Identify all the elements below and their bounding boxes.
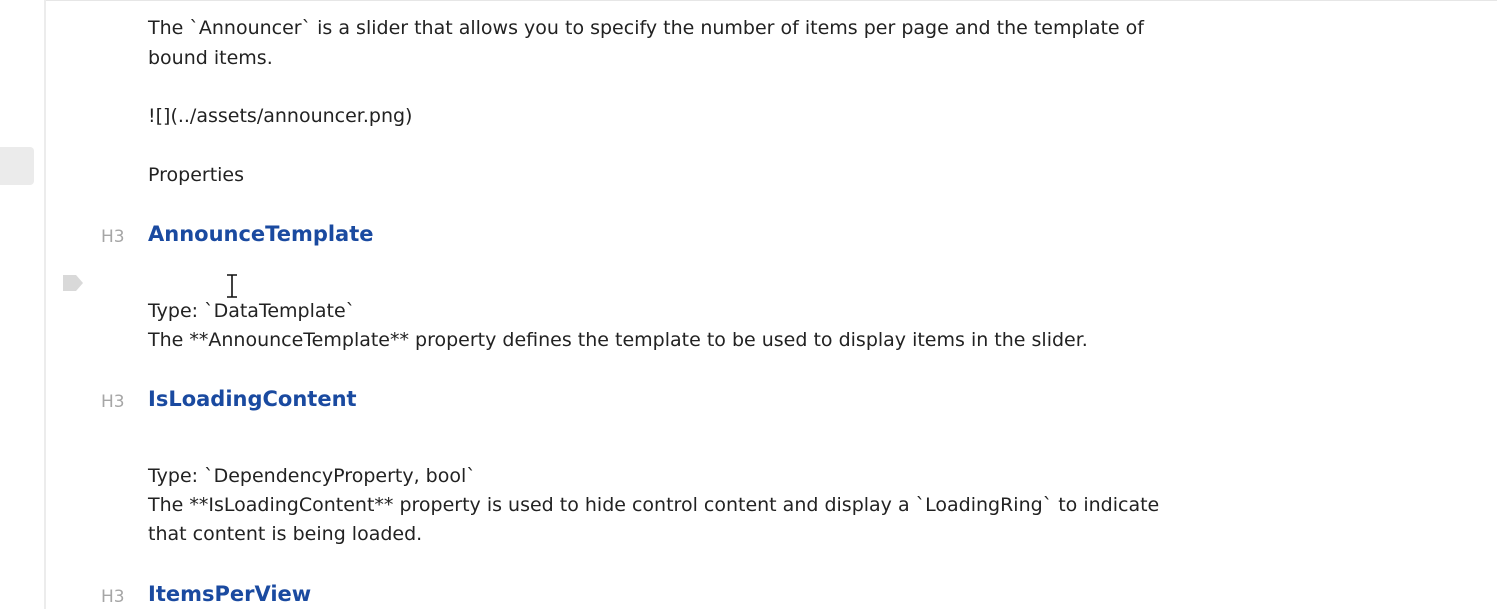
heading-announce-template: AnnounceTemplate (148, 222, 374, 246)
heading-is-loading-content: IsLoadingContent (148, 387, 357, 411)
type-line-is-loading-content: Type: `DependencyProperty, bool` (148, 465, 476, 487)
desc-line-1-is-loading-content: The **IsLoadingContent** property is use… (148, 494, 1160, 516)
intro-line-1: The `Announcer` is a slider that allows … (148, 17, 1144, 39)
block-handle-icon[interactable] (60, 273, 86, 293)
heading-level-tag: H3 (101, 587, 125, 607)
image-markdown-line: ![](../assets/announcer.png) (148, 105, 413, 127)
markdown-editor[interactable]: The `Announcer` is a slider that allows … (0, 0, 1497, 609)
heading-items-per-view: ItemsPerView (148, 582, 312, 606)
text-cursor-icon (227, 274, 237, 298)
heading-level-tag: H3 (101, 227, 125, 247)
intro-line-2: bound items. (148, 47, 273, 69)
type-line-announce-template: Type: `DataTemplate` (148, 300, 356, 322)
properties-label: Properties (148, 164, 245, 186)
desc-line-announce-template: The **AnnounceTemplate** property define… (148, 329, 1088, 351)
desc-line-2-is-loading-content: that content is being loaded. (148, 523, 423, 545)
heading-level-tag: H3 (101, 392, 125, 412)
